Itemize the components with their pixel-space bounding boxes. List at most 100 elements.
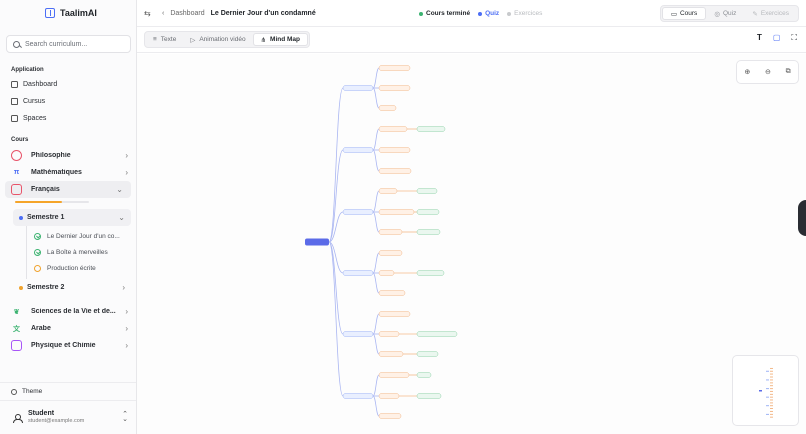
semestre-1[interactable]: Semestre 1 ⌄ bbox=[13, 209, 131, 226]
mind-map-canvas[interactable]: ⊕ ⊖ ⧉ bbox=[137, 54, 806, 434]
tab-animation-video[interactable]: ▷ Animation vidéo bbox=[183, 33, 252, 46]
status-label: Quiz bbox=[485, 10, 500, 17]
mind-map-edge[interactable] bbox=[372, 374, 380, 397]
mind-map-node[interactable] bbox=[416, 351, 439, 357]
tab-label: Mind Map bbox=[270, 36, 301, 43]
breadcrumb-root[interactable]: Dashboard bbox=[170, 10, 204, 17]
side-panel-handle[interactable] bbox=[798, 200, 806, 236]
tab-texte[interactable]: ≡ Texte bbox=[146, 33, 183, 46]
search-input[interactable]: Search curriculum... bbox=[6, 35, 131, 53]
course-arabe[interactable]: 文 Arabe › bbox=[0, 320, 136, 337]
fit-view-icon[interactable]: ⧉ bbox=[786, 68, 791, 76]
app-title: TaalimAI bbox=[60, 8, 97, 18]
minimap-node bbox=[766, 370, 769, 372]
mind-map-edge[interactable] bbox=[372, 272, 380, 294]
lesson-item[interactable]: Le Dernier Jour d'un co... bbox=[34, 228, 136, 244]
chevron-right-icon: › bbox=[122, 283, 125, 292]
french-progress-fill bbox=[15, 201, 63, 203]
mind-map-edge[interactable] bbox=[372, 128, 380, 151]
mind-map-node[interactable] bbox=[378, 188, 398, 194]
user-icon bbox=[13, 413, 23, 423]
mind-map-node[interactable] bbox=[378, 331, 400, 337]
mind-map-node[interactable] bbox=[378, 168, 412, 174]
nav-cursus[interactable]: Cursus bbox=[0, 93, 136, 110]
mind-map-node[interactable] bbox=[378, 209, 415, 215]
mind-map-node[interactable] bbox=[416, 393, 442, 399]
mind-map-node[interactable] bbox=[342, 85, 374, 91]
mind-map-edge[interactable] bbox=[372, 190, 380, 213]
course-physique[interactable]: Physique et Chimie › bbox=[0, 337, 136, 354]
mode-quiz-button[interactable]: ◎ Quiz bbox=[706, 7, 744, 20]
mind-map-node[interactable] bbox=[378, 85, 411, 91]
mind-map-node[interactable] bbox=[378, 229, 403, 235]
tab-mind-map[interactable]: ⋔ Mind Map bbox=[252, 33, 309, 46]
status-label: Exercices bbox=[514, 10, 543, 17]
mind-map-edge[interactable] bbox=[372, 149, 380, 172]
nav-spaces[interactable]: Spaces bbox=[0, 110, 136, 127]
mind-map-edge[interactable] bbox=[372, 313, 380, 335]
mind-map-root-node[interactable] bbox=[305, 238, 329, 246]
text-format-icon[interactable]: T bbox=[757, 33, 762, 43]
course-philosophie[interactable]: Philosophie › bbox=[0, 147, 136, 164]
course-svt[interactable]: ❦ Sciences de la Vie et de... › bbox=[0, 303, 136, 320]
lesson-item[interactable]: Production écrite bbox=[34, 260, 136, 276]
lesson-item[interactable]: La Boîte à merveilles bbox=[34, 244, 136, 260]
mind-map-node[interactable] bbox=[378, 105, 397, 111]
mind-map-edge[interactable] bbox=[328, 241, 344, 397]
mind-map-edge[interactable] bbox=[372, 333, 380, 355]
mind-map-node[interactable] bbox=[378, 65, 411, 71]
mind-map-node[interactable] bbox=[378, 413, 402, 419]
mind-map-node[interactable] bbox=[378, 372, 410, 378]
mind-map-node[interactable] bbox=[378, 147, 411, 153]
mind-map-node[interactable] bbox=[378, 270, 395, 276]
minimap[interactable] bbox=[732, 355, 799, 426]
status-exercices: Exercices bbox=[507, 10, 542, 17]
mind-map-node[interactable] bbox=[342, 331, 374, 337]
mind-map-edge[interactable] bbox=[372, 211, 380, 233]
mind-map-node[interactable] bbox=[416, 229, 441, 235]
back-chevron-icon[interactable]: ‹ bbox=[162, 10, 164, 17]
mind-map-edge[interactable] bbox=[328, 87, 344, 243]
theme-toggle[interactable]: Theme bbox=[0, 382, 136, 400]
mind-map-node[interactable] bbox=[378, 351, 404, 357]
mind-map-edge[interactable] bbox=[372, 252, 380, 274]
mind-map-node[interactable] bbox=[416, 126, 446, 132]
mind-map-node[interactable] bbox=[342, 209, 374, 215]
zoom-out-icon[interactable]: ⊖ bbox=[765, 68, 771, 76]
mind-map-node[interactable] bbox=[378, 126, 408, 132]
status-dot bbox=[419, 11, 423, 16]
mind-map-edge[interactable] bbox=[372, 87, 380, 109]
mind-map-node[interactable] bbox=[342, 147, 374, 153]
zoom-in-icon[interactable]: ⊕ bbox=[744, 68, 750, 76]
mind-map-node[interactable] bbox=[378, 250, 403, 256]
mind-map-node[interactable] bbox=[342, 270, 374, 276]
sidebar-toggle-icon[interactable]: ⇆ bbox=[144, 9, 153, 18]
tab-label: Texte bbox=[160, 36, 177, 43]
mind-map-node[interactable] bbox=[416, 188, 438, 194]
mode-exercices-button[interactable]: ✎ Exercices bbox=[744, 7, 797, 20]
mind-map-edge[interactable] bbox=[372, 395, 380, 417]
course-mathematiques[interactable]: π Mathématiques › bbox=[0, 164, 136, 181]
mind-map-graph[interactable] bbox=[137, 54, 806, 434]
mind-map-node[interactable] bbox=[416, 270, 445, 276]
semestre-2[interactable]: Semestre 2 › bbox=[13, 279, 131, 296]
course-francais[interactable]: Français ⌄ bbox=[5, 181, 131, 198]
minimap-node bbox=[770, 405, 773, 407]
mind-map-edge[interactable] bbox=[372, 67, 380, 89]
fullscreen-icon[interactable]: ⛶ bbox=[791, 33, 797, 43]
mode-cours-button[interactable]: ▭ Cours bbox=[661, 7, 707, 20]
mind-map-node[interactable] bbox=[416, 372, 432, 378]
mind-map-node[interactable] bbox=[378, 290, 406, 296]
mind-map-node[interactable] bbox=[378, 311, 411, 317]
brand[interactable]: TaalimAI bbox=[0, 0, 136, 26]
nav-dashboard[interactable]: Dashboard bbox=[0, 76, 136, 93]
mind-map-node[interactable] bbox=[416, 331, 458, 337]
mind-map-node[interactable] bbox=[378, 393, 400, 399]
mind-map-node[interactable] bbox=[342, 393, 374, 399]
user-menu[interactable]: Student student@example.com ⌃ ⌄ bbox=[0, 400, 136, 434]
breadcrumb: ‹ Dashboard Le Dernier Jour d'un condamn… bbox=[162, 10, 316, 17]
chevron-right-icon: › bbox=[125, 307, 128, 316]
book-icon: ▭ bbox=[670, 10, 677, 18]
comment-icon[interactable]: ▢ bbox=[773, 33, 781, 43]
mind-map-node[interactable] bbox=[416, 209, 440, 215]
